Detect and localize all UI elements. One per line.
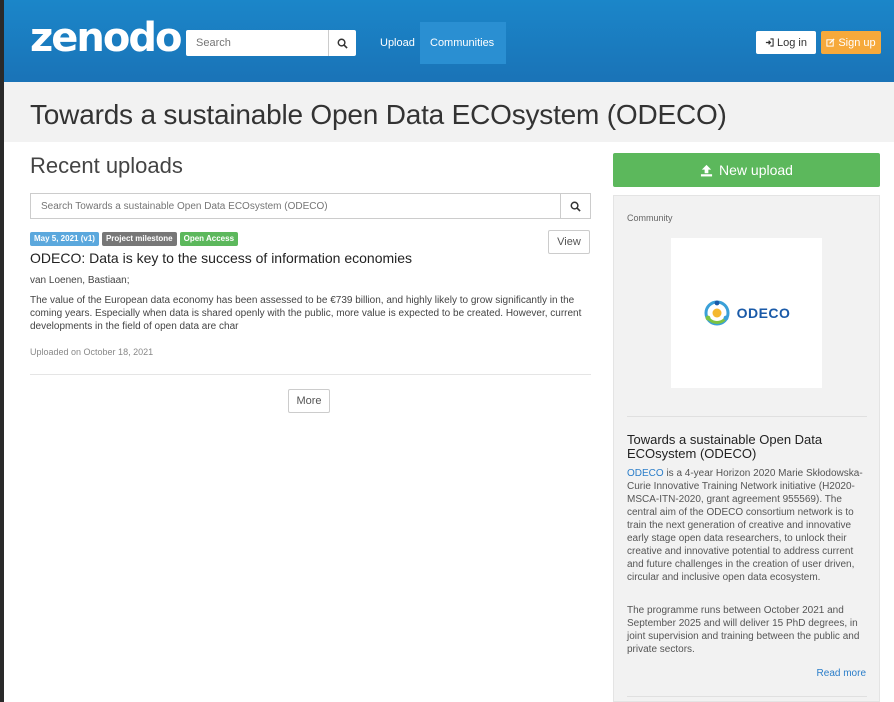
community-panel: Community ODECO Towards a sustainable Op… bbox=[613, 195, 880, 702]
search-icon bbox=[337, 38, 348, 49]
edit-icon bbox=[826, 38, 835, 47]
new-upload-label: New upload bbox=[719, 162, 793, 178]
nav-upload[interactable]: Upload bbox=[370, 22, 425, 64]
title-band: Towards a sustainable Open Data ECOsyste… bbox=[4, 82, 894, 142]
nav-communities[interactable]: Communities bbox=[420, 22, 506, 64]
record-title[interactable]: ODECO: Data is key to the success of inf… bbox=[30, 250, 412, 266]
community-description-text: is a 4-year Horizon 2020 Marie Skłodowsk… bbox=[627, 468, 863, 583]
sign-in-icon bbox=[765, 38, 774, 47]
community-search bbox=[30, 193, 591, 219]
odeco-logo-icon bbox=[704, 300, 730, 326]
page-title: Towards a sustainable Open Data ECOsyste… bbox=[30, 99, 727, 130]
community-logo[interactable]: ODECO bbox=[671, 238, 822, 388]
more-button[interactable]: More bbox=[288, 389, 330, 413]
signup-button[interactable]: Sign up bbox=[821, 31, 881, 54]
zenodo-logo[interactable]: zenodo bbox=[30, 18, 182, 58]
divider bbox=[627, 416, 867, 417]
search-icon bbox=[570, 201, 581, 212]
record-badges: May 5, 2021 (v1) Project milestone Open … bbox=[30, 232, 239, 246]
global-search bbox=[186, 30, 356, 56]
signup-label: Sign up bbox=[838, 36, 876, 49]
recent-uploads-heading: Recent uploads bbox=[30, 153, 183, 178]
community-description: ODECO is a 4-year Horizon 2020 Marie Skł… bbox=[627, 467, 869, 584]
community-search-input[interactable] bbox=[31, 194, 560, 218]
community-title: Towards a sustainable Open Data ECOsyste… bbox=[627, 432, 823, 461]
login-label: Log in bbox=[777, 36, 807, 49]
record-upload-date: Uploaded on October 18, 2021 bbox=[30, 347, 154, 357]
global-search-button[interactable] bbox=[328, 30, 356, 56]
divider bbox=[627, 696, 867, 697]
type-badge: Project milestone bbox=[101, 232, 177, 246]
record-authors: van Loenen, Bastiaan; bbox=[30, 275, 130, 286]
community-search-button[interactable] bbox=[560, 194, 590, 218]
divider bbox=[30, 374, 591, 375]
odeco-link[interactable]: ODECO bbox=[627, 468, 664, 479]
global-search-input[interactable] bbox=[186, 30, 328, 56]
read-more-link[interactable]: Read more bbox=[817, 668, 866, 679]
login-button[interactable]: Log in bbox=[756, 31, 816, 54]
community-label: Community bbox=[627, 213, 673, 223]
community-programme-text: The programme runs between October 2021 … bbox=[627, 605, 860, 655]
new-upload-button[interactable]: New upload bbox=[613, 153, 880, 187]
navbar: zenodo Upload Communities Log in Sign up bbox=[4, 0, 894, 82]
page-edge bbox=[0, 0, 4, 702]
community-logo-text: ODECO bbox=[736, 305, 791, 321]
access-badge: Open Access bbox=[179, 232, 239, 246]
date-badge: May 5, 2021 (v1) bbox=[30, 232, 99, 246]
upload-icon bbox=[700, 164, 713, 176]
record-description: The value of the European data economy h… bbox=[30, 295, 582, 332]
view-button[interactable]: View bbox=[548, 230, 590, 254]
